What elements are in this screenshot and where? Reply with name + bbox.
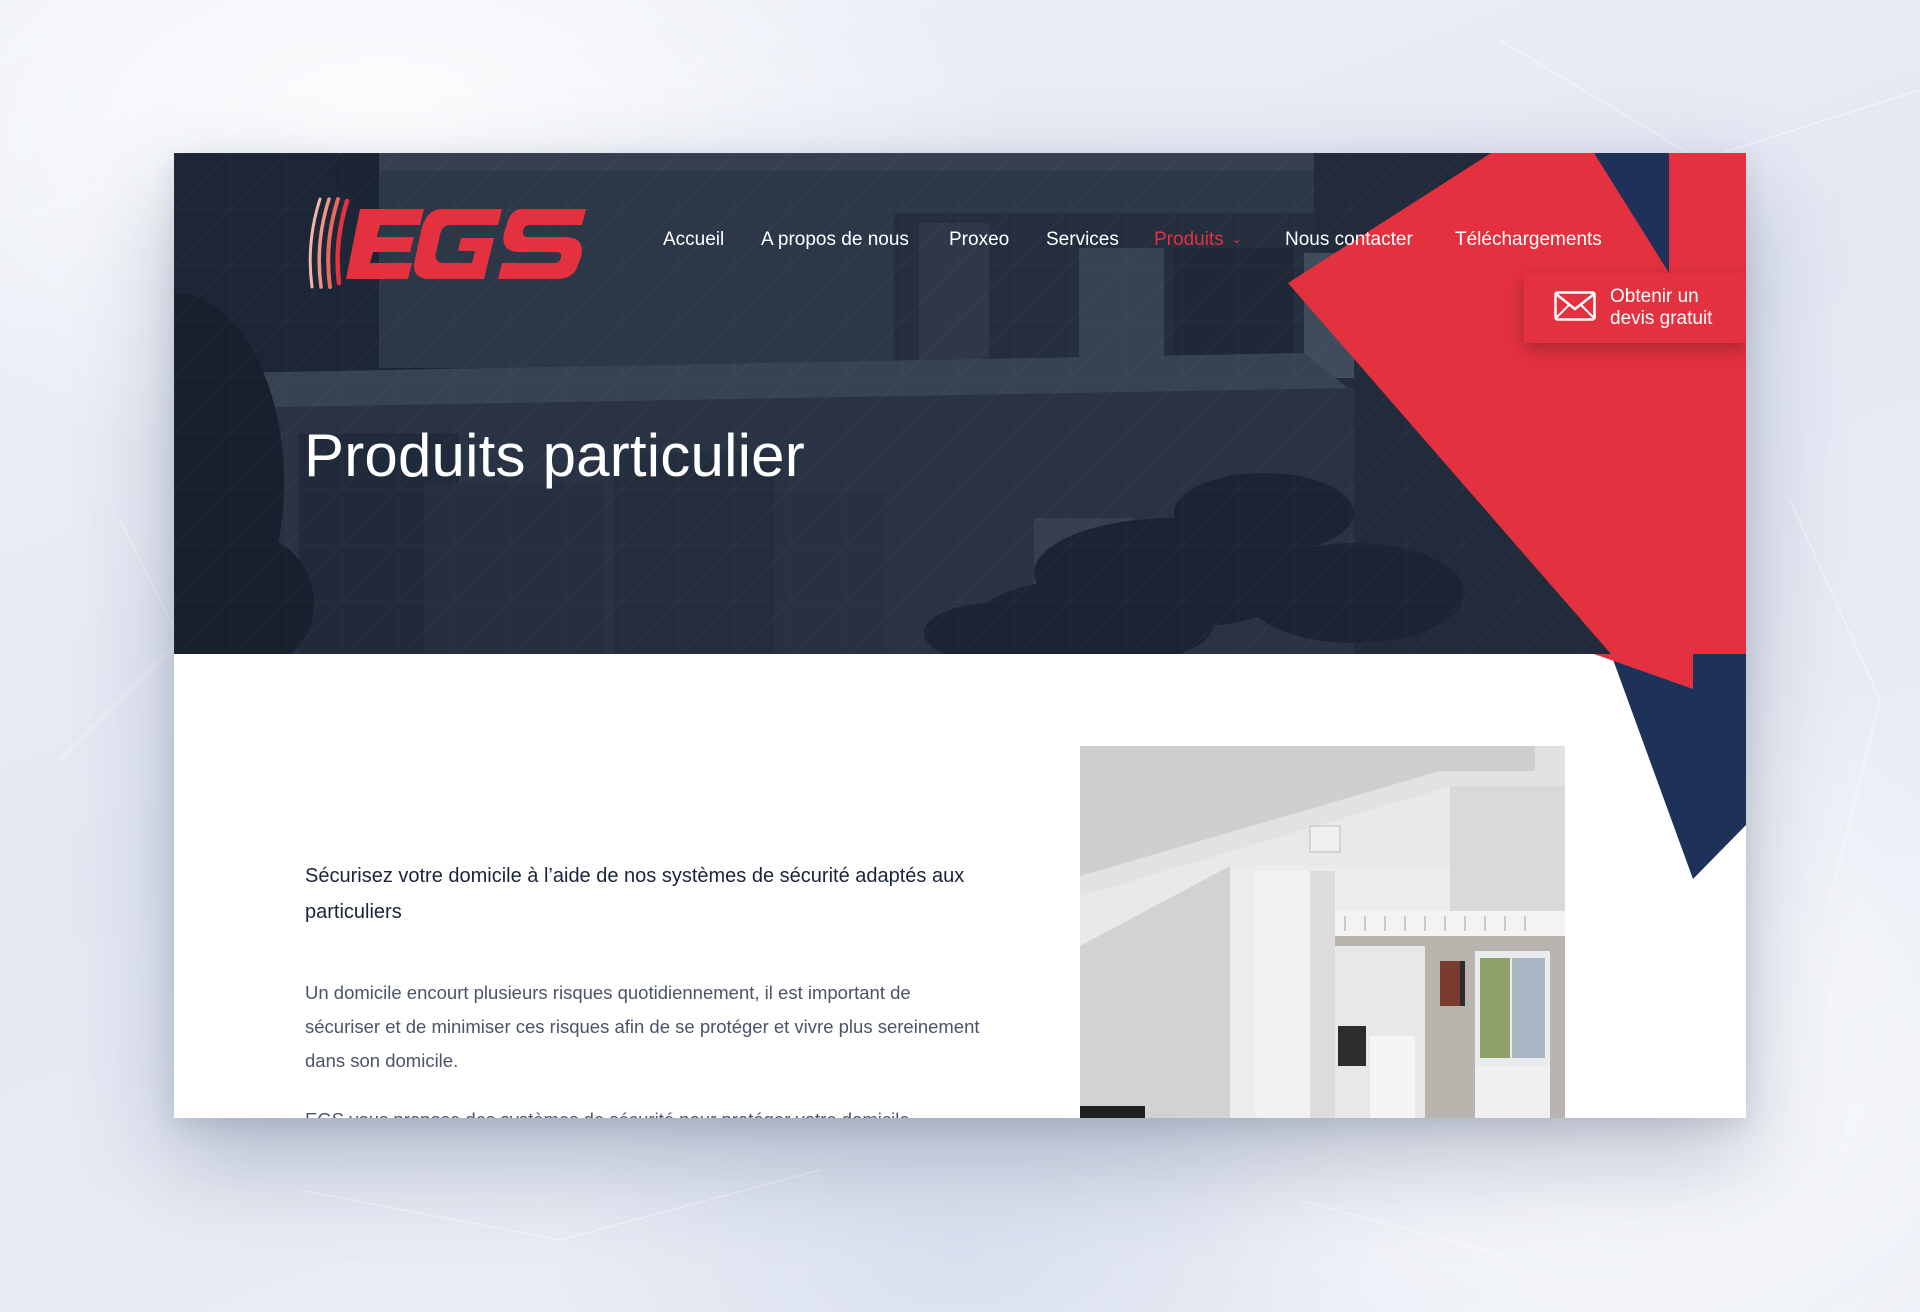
intro-lead-text: Sécurisez votre domicile à l’aide de nos…	[305, 865, 965, 923]
free-quote-label: Obtenir un devis gratuit	[1610, 286, 1712, 330]
hero-section: Accueil A propos de nous Proxeo Services…	[174, 153, 1746, 654]
free-quote-line1: Obtenir un	[1610, 286, 1699, 307]
chevron-down-icon: ⌄	[1231, 232, 1242, 246]
nav-item-telechargements[interactable]: Téléchargements	[1455, 225, 1602, 255]
interior-photo	[1080, 746, 1565, 1118]
free-quote-line2: devis gratuit	[1610, 308, 1713, 329]
nav-item-produits-label: Produits	[1154, 229, 1224, 250]
intro-paragraph: Un domicile encourt plusieurs risques qu…	[305, 982, 980, 1071]
free-quote-button[interactable]: Obtenir un devis gratuit	[1524, 273, 1746, 343]
nav-item-accueil[interactable]: Accueil	[663, 225, 724, 255]
nav-item-produits[interactable]: Produits ⌄	[1154, 225, 1242, 256]
egs-logo[interactable]	[302, 191, 592, 300]
envelope-icon	[1554, 290, 1596, 326]
page-title: Produits particulier	[304, 422, 805, 489]
website-window: Accueil A propos de nous Proxeo Services…	[174, 153, 1746, 1118]
nav-item-proxeo[interactable]: Proxeo	[949, 225, 1009, 255]
second-paragraph: EGS vous propose des systèmes de sécurit…	[305, 1103, 985, 1118]
nav-item-nous-contacter[interactable]: Nous contacter	[1285, 225, 1413, 255]
nav-item-a-propos[interactable]: A propos de nous	[761, 225, 909, 255]
nav-item-services[interactable]: Services	[1046, 225, 1119, 255]
